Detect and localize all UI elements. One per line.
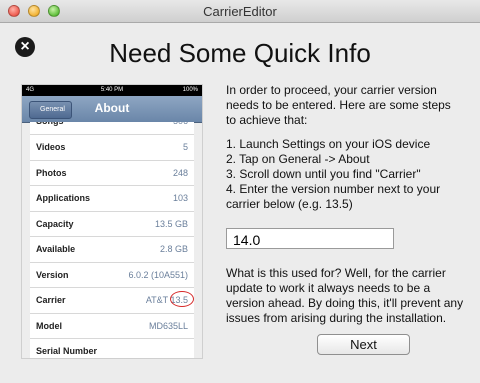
- row-value: 6.0.2 (10A551): [128, 269, 188, 280]
- row-value: 2.8 GB: [159, 244, 188, 254]
- carrier-version-input[interactable]: 14.0: [226, 228, 394, 249]
- about-table: Songs 506 Videos 5 Photos 248 Applicatio…: [30, 122, 194, 358]
- row-label: Carrier: [36, 295, 66, 305]
- instructions-text: In order to proceed, your carrier versio…: [226, 83, 464, 212]
- table-row: Songs 506: [30, 122, 194, 135]
- app-window: CarrierEditor × Need Some Quick Info 4G …: [0, 0, 480, 383]
- row-value: MD635LL: [148, 320, 188, 331]
- step-item: 1. Launch Settings on your iOS device: [226, 137, 431, 151]
- table-row: Available 2.8 GB: [30, 237, 194, 263]
- intro-text: In order to proceed, your carrier versio…: [226, 83, 451, 127]
- row-label: Version: [36, 269, 69, 280]
- ios-nav-bar: General About: [22, 96, 202, 123]
- steps-list: 1. Launch Settings on your iOS device 2.…: [226, 137, 464, 212]
- step-item: 2. Tap on General -> About: [226, 152, 370, 166]
- row-label: Available: [36, 244, 76, 254]
- highlight-circle: [170, 291, 194, 307]
- row-label: Songs: [36, 122, 64, 126]
- explanation-text: What is this used for? Well, for the car…: [226, 266, 464, 326]
- window-title: CarrierEditor: [203, 4, 277, 19]
- iphone-screenshot: 4G 5:40 PM 100% General About Songs 506 …: [22, 85, 202, 358]
- row-label: Capacity: [36, 218, 74, 229]
- row-value: 13.5 GB: [154, 218, 188, 229]
- table-row: Capacity 13.5 GB: [30, 211, 194, 237]
- table-row: Photos 248: [30, 160, 194, 186]
- row-value: 5: [182, 142, 188, 152]
- row-value: 506: [173, 122, 188, 126]
- next-button[interactable]: Next: [317, 334, 410, 355]
- row-label: Applications: [36, 193, 91, 203]
- table-row: Serial Number: [30, 339, 194, 358]
- row-label: Photos: [36, 167, 67, 178]
- row-label: Videos: [36, 142, 66, 152]
- page-title: Need Some Quick Info: [109, 38, 371, 68]
- row-value: 248: [172, 167, 188, 178]
- status-time: 5:40 PM: [100, 87, 124, 93]
- table-row: Model MD635LL: [30, 313, 194, 339]
- ios-nav-title: About: [94, 101, 130, 115]
- title-bar: CarrierEditor: [0, 0, 480, 23]
- table-row: Applications 103: [30, 186, 194, 212]
- table-row: Version 6.0.2 (10A551): [30, 262, 194, 288]
- status-battery: 100%: [182, 87, 198, 93]
- step-item: 4. Enter the version number next to your…: [226, 182, 441, 211]
- row-label: Serial Number: [36, 346, 98, 356]
- step-item: 3. Scroll down until you find "Carrier": [226, 167, 421, 181]
- why-text: What is this used for? Well, for the car…: [226, 266, 464, 325]
- row-value: 103: [172, 193, 188, 203]
- ios-status-bar: 4G 5:40 PM 100%: [22, 85, 202, 96]
- row-label: Model: [36, 320, 62, 331]
- table-row-carrier: Carrier AT&T 13.5: [30, 288, 194, 314]
- table-row: Videos 5: [30, 135, 194, 161]
